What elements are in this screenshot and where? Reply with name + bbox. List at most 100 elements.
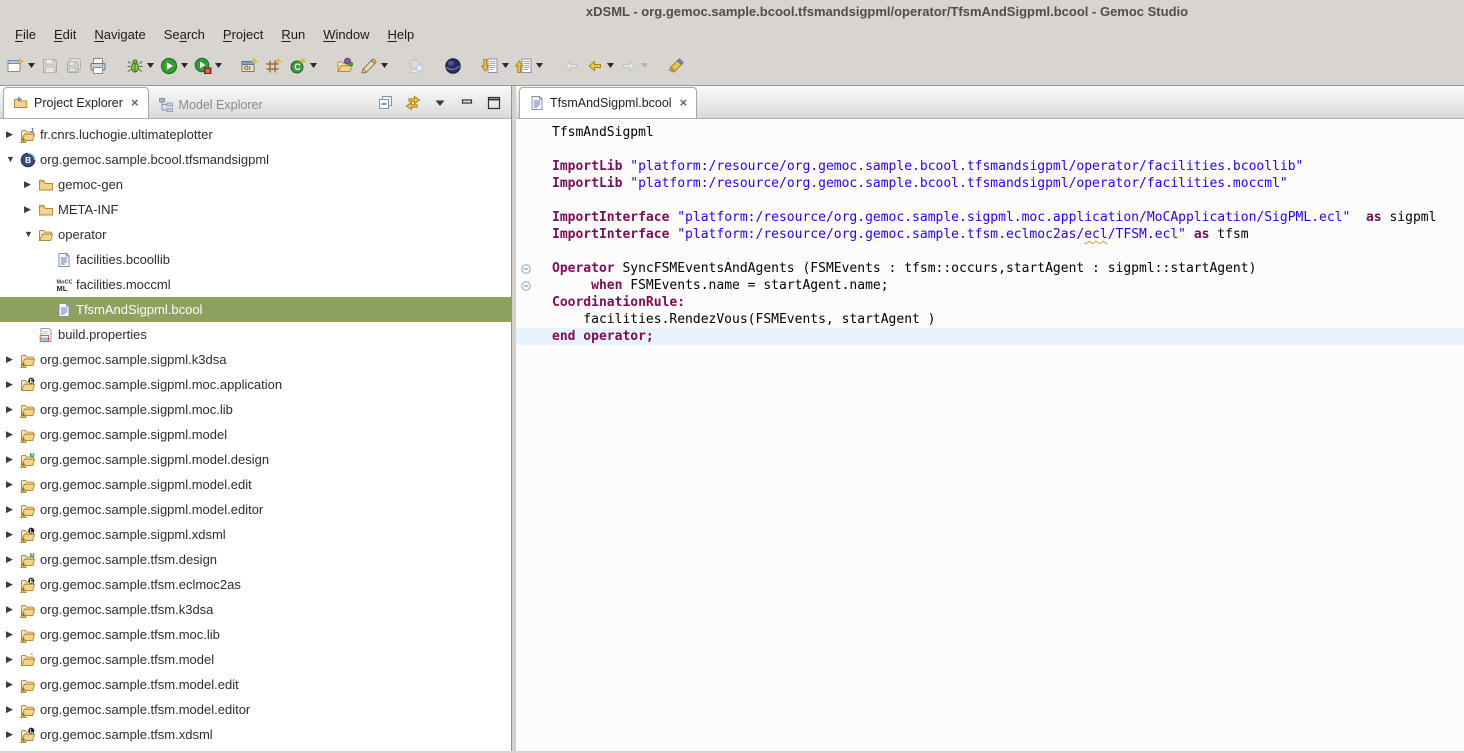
dropdown-arrow-icon[interactable] bbox=[607, 63, 614, 68]
link-with-editor-button[interactable] bbox=[405, 95, 421, 111]
annotate-brush-button[interactable] bbox=[357, 53, 391, 79]
dropdown-arrow-icon[interactable] bbox=[381, 63, 388, 68]
tree-item[interactable]: facilities.bcoollib bbox=[0, 247, 511, 272]
tree-item[interactable]: ▶org.gemoc.sample.tfsm.moc.lib bbox=[0, 622, 511, 647]
code-text: ImportInterface "platform:/resource/org.… bbox=[552, 209, 1436, 226]
tree-item[interactable]: TfsmAndSigpml.bcool bbox=[0, 297, 511, 322]
close-tab-icon[interactable]: × bbox=[131, 98, 139, 108]
expander-collapsed-icon[interactable]: ▶ bbox=[6, 505, 20, 514]
tree-item[interactable]: ▶ org.gemoc.sample.tfsm.k3dsa bbox=[0, 597, 511, 622]
tree-item[interactable]: ▶org.gemoc.sample.sigpml.k3dsa bbox=[0, 347, 511, 372]
maximize-button[interactable] bbox=[486, 95, 502, 111]
open-web-browser-button[interactable] bbox=[441, 53, 465, 79]
tree-item[interactable]: ▶Lorg.gemoc.sample.sigpml.xdsml bbox=[0, 522, 511, 547]
expander-collapsed-icon[interactable]: ▶ bbox=[6, 530, 20, 539]
import-model-button[interactable] bbox=[333, 53, 357, 79]
expander-collapsed-icon[interactable]: ▶ bbox=[6, 405, 20, 414]
fold-collapse-icon[interactable] bbox=[516, 277, 552, 294]
tree-item[interactable]: MoCCMLfacilities.moccml bbox=[0, 272, 511, 297]
close-tab-icon[interactable]: × bbox=[680, 98, 688, 108]
minimize-button[interactable] bbox=[459, 95, 475, 111]
tab-project-explorer[interactable]: Project Explorer × bbox=[3, 87, 149, 118]
menu-window[interactable]: Window bbox=[314, 24, 378, 45]
code-line: facilities.RendezVous(FSMEvents, startAg… bbox=[516, 311, 1464, 328]
view-menu-button[interactable] bbox=[432, 95, 448, 111]
print-button[interactable] bbox=[86, 53, 110, 79]
tree-item-label: org.gemoc.sample.tfsm.k3dsa bbox=[40, 602, 213, 617]
menu-project[interactable]: Project bbox=[214, 24, 272, 45]
highlight-marker-button[interactable] bbox=[664, 53, 688, 79]
menu-help[interactable]: Help bbox=[378, 24, 423, 45]
tree-item[interactable]: ▶META-INF bbox=[0, 197, 511, 222]
tree-item[interactable]: ▶Jfr.cnrs.luchogie.ultimateplotter bbox=[0, 122, 511, 147]
menubar: FileEditNavigateSearchProjectRunWindowHe… bbox=[0, 22, 1464, 46]
expander-collapsed-icon[interactable]: ▶ bbox=[6, 680, 20, 689]
expander-collapsed-icon[interactable]: ▶ bbox=[6, 430, 20, 439]
tree-item[interactable]: ▶gemoc-gen bbox=[0, 172, 511, 197]
menu-edit[interactable]: Edit bbox=[45, 24, 85, 45]
expander-collapsed-icon[interactable]: ▶ bbox=[6, 355, 20, 364]
debug-button[interactable] bbox=[123, 53, 157, 79]
expander-collapsed-icon[interactable]: ▶ bbox=[6, 380, 20, 389]
last-edit-location-button[interactable] bbox=[583, 53, 617, 79]
tree-item[interactable]: ▶org.gemoc.sample.sigpml.model bbox=[0, 422, 511, 447]
tree-item[interactable]: ▶org.gemoc.sample.sigpml.moc.lib bbox=[0, 397, 511, 422]
code-line: ImportInterface "platform:/resource/org.… bbox=[516, 226, 1464, 243]
menu-search[interactable]: Search bbox=[155, 24, 214, 45]
tree-item[interactable]: ▶Eorg.gemoc.sample.sigpml.moc.applicatio… bbox=[0, 372, 511, 397]
expander-collapsed-icon[interactable]: ▶ bbox=[6, 130, 20, 139]
dropdown-arrow-icon[interactable] bbox=[215, 63, 222, 68]
dropdown-arrow-icon[interactable] bbox=[147, 63, 154, 68]
expander-collapsed-icon[interactable]: ▶ bbox=[24, 205, 38, 214]
expander-expanded-icon[interactable]: ▼ bbox=[24, 230, 38, 239]
expander-collapsed-icon[interactable]: ▶ bbox=[6, 630, 20, 639]
next-annotation-button[interactable] bbox=[478, 53, 512, 79]
dropdown-arrow-icon[interactable] bbox=[310, 63, 317, 68]
dropdown-arrow-icon[interactable] bbox=[502, 63, 509, 68]
new-project-button[interactable]: Gr bbox=[238, 53, 262, 79]
dropdown-arrow-icon[interactable] bbox=[536, 63, 543, 68]
tree-item[interactable]: ▶Eorg.gemoc.sample.tfsm.eclmoc2as bbox=[0, 572, 511, 597]
tree-item[interactable]: ▶org.gemoc.sample.tfsm.model bbox=[0, 647, 511, 672]
expander-collapsed-icon[interactable]: ▶ bbox=[6, 605, 20, 614]
dropdown-arrow-icon[interactable] bbox=[28, 63, 35, 68]
editor-area: TfsmAndSigpml.bcool × TfsmAndSigpmlImpor… bbox=[516, 86, 1464, 751]
save-icon bbox=[41, 57, 59, 75]
tree-item[interactable]: ▼Borg.gemoc.sample.bcool.tfsmandsigpml bbox=[0, 147, 511, 172]
code-editor[interactable]: TfsmAndSigpmlImportLib "platform:/resour… bbox=[516, 119, 1464, 751]
tab-editor-tfsmandsigpml[interactable]: TfsmAndSigpml.bcool × bbox=[519, 87, 697, 118]
tree-item[interactable]: ▶Morg.gemoc.sample.tfsm.design bbox=[0, 547, 511, 572]
run-button[interactable] bbox=[157, 53, 191, 79]
new-package-button[interactable] bbox=[262, 53, 286, 79]
tree-item[interactable]: ▶org.gemoc.sample.tfsm.model.editor bbox=[0, 697, 511, 722]
menu-file[interactable]: File bbox=[6, 24, 45, 45]
run-history-button[interactable] bbox=[191, 53, 225, 79]
menu-run[interactable]: Run bbox=[272, 24, 314, 45]
tree-item[interactable]: ▶org.gemoc.sample.sigpml.model.editor bbox=[0, 497, 511, 522]
menu-navigate[interactable]: Navigate bbox=[85, 24, 154, 45]
tree-item[interactable]: ▶Morg.gemoc.sample.sigpml.model.design bbox=[0, 447, 511, 472]
tree-item[interactable]: ▼operator bbox=[0, 222, 511, 247]
expander-collapsed-icon[interactable]: ▶ bbox=[6, 580, 20, 589]
titlebar[interactable]: xDSML - org.gemoc.sample.bcool.tfsmandsi… bbox=[0, 0, 1464, 22]
tree-item-label: org.gemoc.sample.sigpml.model.edit bbox=[40, 477, 252, 492]
new-wizard-button[interactable] bbox=[4, 53, 38, 79]
expander-expanded-icon[interactable]: ▼ bbox=[6, 155, 20, 164]
expander-collapsed-icon[interactable]: ▶ bbox=[6, 705, 20, 714]
dropdown-arrow-icon[interactable] bbox=[181, 63, 188, 68]
expander-collapsed-icon[interactable]: ▶ bbox=[6, 555, 20, 564]
expander-collapsed-icon[interactable]: ▶ bbox=[6, 480, 20, 489]
previous-annotation-button[interactable] bbox=[512, 53, 546, 79]
new-class-button[interactable]: C bbox=[286, 53, 320, 79]
expander-collapsed-icon[interactable]: ▶ bbox=[6, 655, 20, 664]
expander-collapsed-icon[interactable]: ▶ bbox=[6, 455, 20, 464]
expander-collapsed-icon[interactable]: ▶ bbox=[24, 180, 38, 189]
tree-item[interactable]: ▶org.gemoc.sample.tfsm.model.edit bbox=[0, 672, 511, 697]
tree-item[interactable]: 010build.properties bbox=[0, 322, 511, 347]
tree-item[interactable]: ▶ org.gemoc.sample.sigpml.model.edit bbox=[0, 472, 511, 497]
tab-model-explorer[interactable]: Model Explorer bbox=[149, 91, 272, 118]
tree-item[interactable]: ▶Lorg.gemoc.sample.tfsm.xdsml bbox=[0, 722, 511, 747]
fold-collapse-icon[interactable] bbox=[516, 260, 552, 277]
collapse-all-button[interactable] bbox=[378, 95, 394, 111]
expander-collapsed-icon[interactable]: ▶ bbox=[6, 730, 20, 739]
